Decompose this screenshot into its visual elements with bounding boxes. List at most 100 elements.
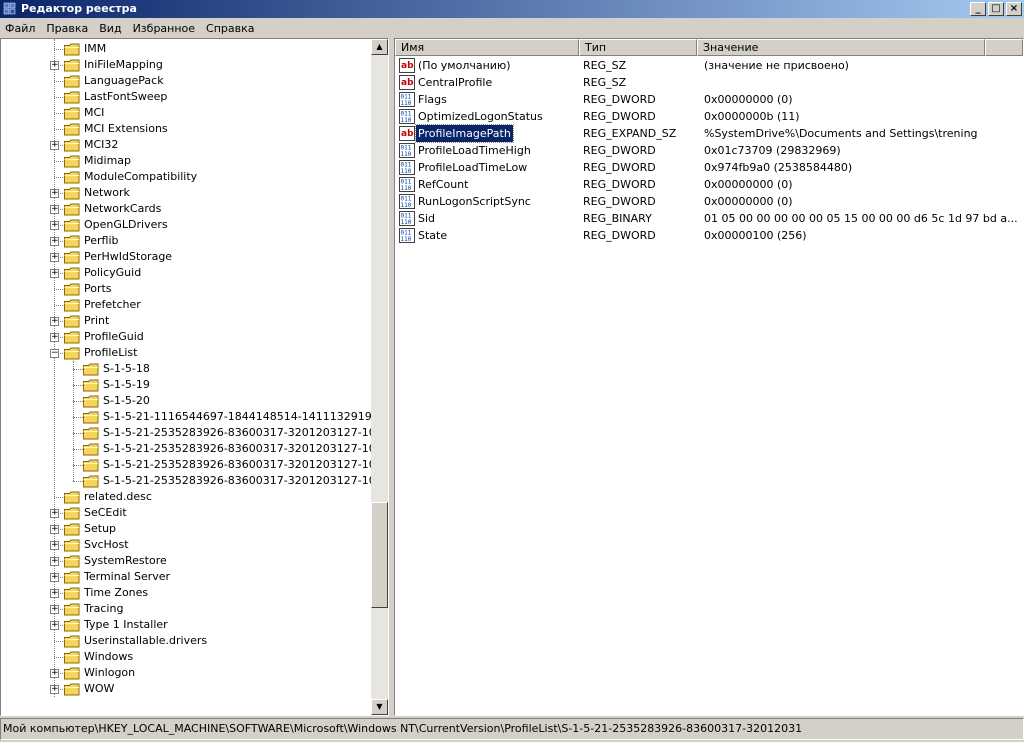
close-button[interactable]: × — [1006, 2, 1022, 16]
scroll-down-button[interactable]: ▼ — [371, 699, 388, 715]
scroll-up-button[interactable]: ▲ — [371, 39, 388, 55]
tree-item[interactable]: MCI — [1, 105, 371, 121]
value-row[interactable]: 011 110 OptimizedLogonStatus REG_DWORD 0x000… — [395, 108, 1023, 125]
tree-item[interactable]: Ports — [1, 281, 371, 297]
tree-item[interactable]: S-1-5-21-2535283926-83600317-3201203127-… — [1, 457, 388, 473]
expand-icon[interactable]: + — [50, 573, 59, 582]
expand-icon[interactable]: + — [50, 525, 59, 534]
minimize-button[interactable]: _ — [970, 2, 986, 16]
tree-item[interactable]: + Network — [1, 185, 371, 201]
tree-item[interactable]: + IniFileMapping — [1, 57, 371, 73]
expand-icon[interactable]: + — [50, 253, 59, 262]
menu-edit[interactable]: Правка — [41, 22, 94, 35]
tree-item[interactable]: + Setup — [1, 521, 371, 537]
value-row[interactable]: 011 110 RunLogonScriptSync REG_DWORD 0x00000… — [395, 193, 1023, 210]
collapse-icon[interactable]: − — [50, 349, 59, 358]
binary-value-icon: 011110 — [399, 92, 415, 107]
value-type: REG_SZ — [583, 59, 627, 72]
tree-item[interactable]: S-1-5-20 — [1, 393, 371, 409]
column-header-name[interactable]: Имя — [395, 39, 579, 56]
column-header-type[interactable]: Тип — [579, 39, 697, 56]
tree-item[interactable]: + SvcHost — [1, 537, 371, 553]
tree-item[interactable]: + SystemRestore — [1, 553, 371, 569]
tree-item[interactable]: MCI Extensions — [1, 121, 371, 137]
value-row[interactable]: 011 110 RefCount REG_DWORD 0x00000000 (0) — [395, 176, 1023, 193]
tree-item[interactable]: − ProfileList — [1, 345, 371, 361]
expand-icon[interactable]: + — [50, 237, 59, 246]
tree-item[interactable]: + PerHwIdStorage — [1, 249, 371, 265]
scroll-thumb[interactable] — [371, 502, 388, 608]
expand-icon[interactable]: + — [50, 317, 59, 326]
value-name: CentralProfile — [418, 76, 493, 89]
tree-item[interactable]: + ProfileGuid — [1, 329, 371, 345]
tree-item[interactable]: + PolicyGuid — [1, 265, 371, 281]
tree-item[interactable]: + Winlogon — [1, 665, 371, 681]
value-row[interactable]: 011 110 State REG_DWORD 0x00000100 (256) — [395, 227, 1023, 244]
expand-icon[interactable]: + — [50, 61, 59, 70]
expand-icon[interactable]: + — [50, 333, 59, 342]
value-row[interactable]: 011 110 Flags REG_DWORD 0x00000000 (0) — [395, 91, 1023, 108]
expand-icon[interactable]: + — [50, 269, 59, 278]
tree-item[interactable]: LastFontSweep — [1, 89, 371, 105]
tree-item[interactable]: + WOW — [1, 681, 371, 697]
folder-icon — [83, 443, 99, 456]
value-row[interactable]: ab (По умолчанию) REG_SZ (значение не присв… — [395, 57, 1023, 74]
menu-file[interactable]: Файл — [0, 22, 41, 35]
tree-item[interactable]: Prefetcher — [1, 297, 371, 313]
tree-item[interactable]: + OpenGLDrivers — [1, 217, 371, 233]
expand-icon[interactable]: + — [50, 621, 59, 630]
svg-text:110: 110 — [401, 185, 412, 192]
folder-icon — [64, 619, 80, 632]
expand-icon[interactable]: + — [50, 557, 59, 566]
tree-item[interactable]: + Print — [1, 313, 371, 329]
tree-item[interactable]: ModuleCompatibility — [1, 169, 371, 185]
value-row[interactable]: 011 110 ProfileLoadTimeHigh REG_DWORD 0x01c7… — [395, 142, 1023, 159]
expand-icon[interactable]: + — [50, 605, 59, 614]
tree-item[interactable]: S-1-5-21-2535283926-83600317-3201203127-… — [1, 441, 388, 457]
tree-vertical-scrollbar[interactable]: ▲ ▼ — [371, 39, 388, 715]
expand-icon[interactable]: + — [50, 189, 59, 198]
title-bar[interactable]: Редактор реестра _ □ × — [0, 0, 1024, 18]
value-row[interactable]: 011 110 ProfileLoadTimeLow REG_DWORD 0x974fb… — [395, 159, 1023, 176]
tree-item[interactable]: + Terminal Server — [1, 569, 371, 585]
tree-item[interactable]: + SeCEdit — [1, 505, 371, 521]
expand-icon[interactable]: + — [50, 509, 59, 518]
tree-item[interactable]: IMM — [1, 41, 371, 57]
tree-item[interactable]: S-1-5-21-2535283926-83600317-3201203127-… — [1, 473, 388, 489]
tree-item[interactable]: + Tracing — [1, 601, 371, 617]
tree-item-label: SeCEdit — [84, 506, 127, 519]
menu-help[interactable]: Справка — [201, 22, 260, 35]
expand-icon[interactable]: + — [50, 205, 59, 214]
tree-item[interactable]: S-1-5-19 — [1, 377, 371, 393]
tree-item[interactable]: Userinstallable.drivers — [1, 633, 371, 649]
tree-item[interactable]: + Type 1 Installer — [1, 617, 371, 633]
tree-item[interactable]: LanguagePack — [1, 73, 371, 89]
tree-item[interactable]: related.desc — [1, 489, 371, 505]
value-row[interactable]: ab CentralProfile REG_SZ — [395, 74, 1023, 91]
expand-icon[interactable]: + — [50, 541, 59, 550]
tree-item[interactable]: + Perflib — [1, 233, 371, 249]
expand-icon[interactable]: + — [50, 141, 59, 150]
values-pane[interactable]: Имя Тип Значение ab (По умолчанию) REG_SZ (… — [394, 38, 1024, 716]
column-header-value[interactable]: Значение — [697, 39, 985, 56]
tree-item[interactable]: S-1-5-18 — [1, 361, 371, 377]
tree-item[interactable]: Midimap — [1, 153, 371, 169]
tree-item[interactable]: Windows — [1, 649, 371, 665]
tree-item[interactable]: + NetworkCards — [1, 201, 371, 217]
expand-icon[interactable]: + — [50, 221, 59, 230]
tree-item[interactable]: + Time Zones — [1, 585, 371, 601]
value-row[interactable]: ab ProfileImagePath REG_EXPAND_SZ %SystemDr… — [395, 124, 1023, 143]
value-row[interactable]: 011 110 Sid REG_BINARY 01 05 00 00 00 00 00 … — [395, 210, 1023, 227]
expand-icon[interactable]: + — [50, 589, 59, 598]
tree-item[interactable]: S-1-5-21-2535283926-83600317-3201203127-… — [1, 425, 388, 441]
menu-favorites[interactable]: Избранное — [128, 22, 201, 35]
maximize-button[interactable]: □ — [988, 2, 1004, 16]
tree-pane[interactable]: IMM + IniFileMapping LanguagePack LastFontSw… — [0, 38, 389, 716]
expand-icon[interactable]: + — [50, 669, 59, 678]
tree-item[interactable]: S-1-5-21-1116544697-1844148514-141113291… — [1, 409, 388, 425]
menu-view[interactable]: Вид — [94, 22, 127, 35]
expand-icon[interactable]: + — [50, 685, 59, 694]
tree-item[interactable]: + MCI32 — [1, 137, 371, 153]
folder-icon — [64, 539, 80, 552]
svg-text:110: 110 — [401, 151, 412, 158]
